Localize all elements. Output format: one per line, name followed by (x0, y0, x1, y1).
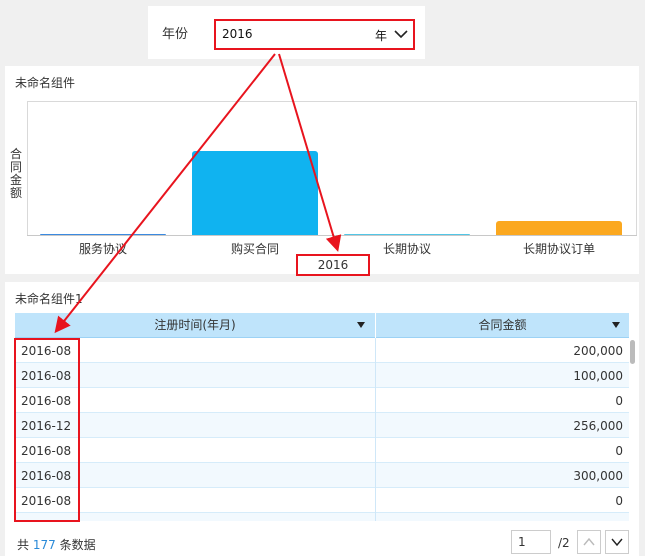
record-count-number: 177 (32, 538, 56, 552)
table-row[interactable]: 2016-08 200,000 (15, 338, 629, 363)
cell-amount: 300,000 (573, 469, 623, 483)
page-number-input[interactable]: 1 (511, 530, 551, 554)
cell-amount: 256,000 (573, 419, 623, 433)
chevron-down-icon[interactable] (393, 27, 409, 41)
column-header-amount[interactable]: 合同金额 (376, 313, 629, 338)
next-page-button[interactable] (605, 530, 629, 554)
column-divider (375, 338, 376, 521)
page-total: /2 (558, 536, 570, 550)
cell-amount: 200,000 (573, 344, 623, 358)
table-row[interactable]: 2016-08 300,000 (15, 463, 629, 488)
table-row[interactable]: 2016-08 0 (15, 488, 629, 513)
cell-amount: 0 (615, 394, 623, 408)
table-row[interactable]: 2016-12 256,000 (15, 413, 629, 438)
chevron-down-icon (611, 538, 623, 547)
sort-arrow-icon[interactable] (612, 322, 620, 328)
record-count-suffix: 条数据 (59, 538, 96, 552)
table-row[interactable]: 2016-08 100,000 (15, 363, 629, 388)
table-header: 注册时间(年月) 合同金额 (15, 313, 629, 338)
chart-bar[interactable] (192, 151, 318, 235)
table-panel-title: 未命名组件1 (15, 292, 83, 306)
cell-amount: 100,000 (573, 369, 623, 383)
chart-bar[interactable] (344, 233, 470, 235)
table-panel: 未命名组件1 注册时间(年月) 合同金额 2016-08 200,000 2016-… (5, 282, 639, 556)
chart-x-axis-line (27, 235, 637, 236)
cell-amount: 0 (615, 494, 623, 508)
table-scrollbar[interactable] (630, 340, 635, 364)
chart-x-tick-label: 服务协议 (78, 242, 127, 256)
year-filter-panel: 年份 2016 年 (148, 6, 425, 59)
chart-y-axis-label: 合同金额 (9, 147, 22, 200)
record-count: 共 177 条数据 (17, 536, 96, 553)
year-filter-label: 年份 (162, 27, 189, 42)
table-row[interactable]: 1,400,000 (15, 513, 629, 521)
record-count-prefix: 共 (17, 538, 30, 552)
date-column-highlight (14, 338, 80, 522)
column-header-date[interactable]: 注册时间(年月) (15, 313, 375, 338)
chart-legend-2016[interactable]: 2016 (296, 254, 370, 276)
chart-panel: 未命名组件 合同金额 服务协议 购买合同 长期协议 长期协议订单 2016 (5, 66, 639, 276)
table-body: 2016-08 200,000 2016-08 100,000 2016-08 0 2016… (15, 338, 629, 521)
year-select[interactable]: 2016 年 (214, 19, 415, 50)
chart-panel-title: 未命名组件 (15, 76, 76, 90)
table-row[interactable]: 2016-08 0 (15, 438, 629, 463)
chart-bar[interactable] (496, 220, 622, 235)
prev-page-button[interactable] (577, 530, 601, 554)
cell-amount: 0 (615, 444, 623, 458)
chart-bar[interactable] (40, 233, 166, 235)
sort-arrow-icon[interactable] (357, 322, 365, 328)
cell-amount: 1,400,000 (562, 519, 623, 521)
chart-x-tick-label: 长期协议订单 (522, 242, 595, 256)
year-select-unit: 年 (374, 29, 387, 43)
year-select-value: 2016 (222, 27, 253, 41)
chevron-up-icon (583, 537, 595, 546)
chart-plot-area (27, 101, 637, 235)
table-row[interactable]: 2016-08 0 (15, 388, 629, 413)
